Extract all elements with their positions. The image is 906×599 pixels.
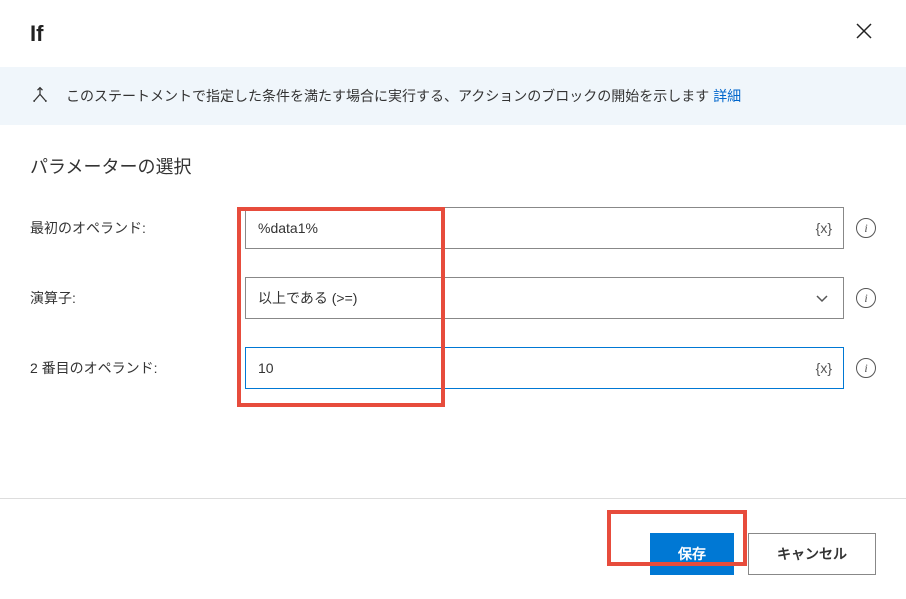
variable-token-icon[interactable]: {x} — [816, 360, 832, 376]
dialog-footer: 保存 キャンセル — [0, 509, 906, 599]
variable-token-icon[interactable]: {x} — [816, 220, 832, 236]
operator-row: 演算子: 以上である (>=) i — [30, 277, 876, 319]
branch-icon — [30, 86, 50, 106]
info-icon[interactable]: i — [856, 288, 876, 308]
second-operand-input[interactable] — [245, 347, 844, 389]
operator-dropdown[interactable]: 以上である (>=) — [245, 277, 844, 319]
save-button[interactable]: 保存 — [650, 533, 734, 575]
info-banner: このステートメントで指定した条件を満たす場合に実行する、アクションのブロックの開… — [0, 67, 906, 125]
second-operand-row: 2 番目のオペランド: {x} i — [30, 347, 876, 389]
first-operand-row: 最初のオペランド: {x} i — [30, 207, 876, 249]
section-title: パラメーターの選択 — [30, 153, 876, 179]
cancel-button[interactable]: キャンセル — [748, 533, 876, 575]
first-operand-control: {x} i — [245, 207, 876, 249]
first-operand-input[interactable] — [245, 207, 844, 249]
first-operand-label: 最初のオペランド: — [30, 218, 225, 238]
params-section: パラメーターの選択 最初のオペランド: {x} i 演算子: 以上である (>=… — [0, 125, 906, 389]
close-button[interactable] — [852, 18, 876, 49]
chevron-down-icon — [815, 291, 829, 305]
close-icon — [856, 23, 872, 39]
operator-label: 演算子: — [30, 288, 225, 308]
dialog-title: If — [30, 21, 43, 47]
operator-value: 以上である (>=) — [258, 288, 357, 308]
banner-description: このステートメントで指定した条件を満たす場合に実行する、アクションのブロックの開… — [66, 88, 713, 104]
dialog-header: If — [0, 0, 906, 67]
info-icon[interactable]: i — [856, 218, 876, 238]
details-link[interactable]: 詳細 — [713, 88, 741, 104]
second-operand-control: {x} i — [245, 347, 876, 389]
banner-text: このステートメントで指定した条件を満たす場合に実行する、アクションのブロックの開… — [66, 85, 741, 107]
footer-divider — [0, 498, 906, 499]
second-operand-label: 2 番目のオペランド: — [30, 358, 225, 378]
operator-control: 以上である (>=) i — [245, 277, 876, 319]
info-icon[interactable]: i — [856, 358, 876, 378]
